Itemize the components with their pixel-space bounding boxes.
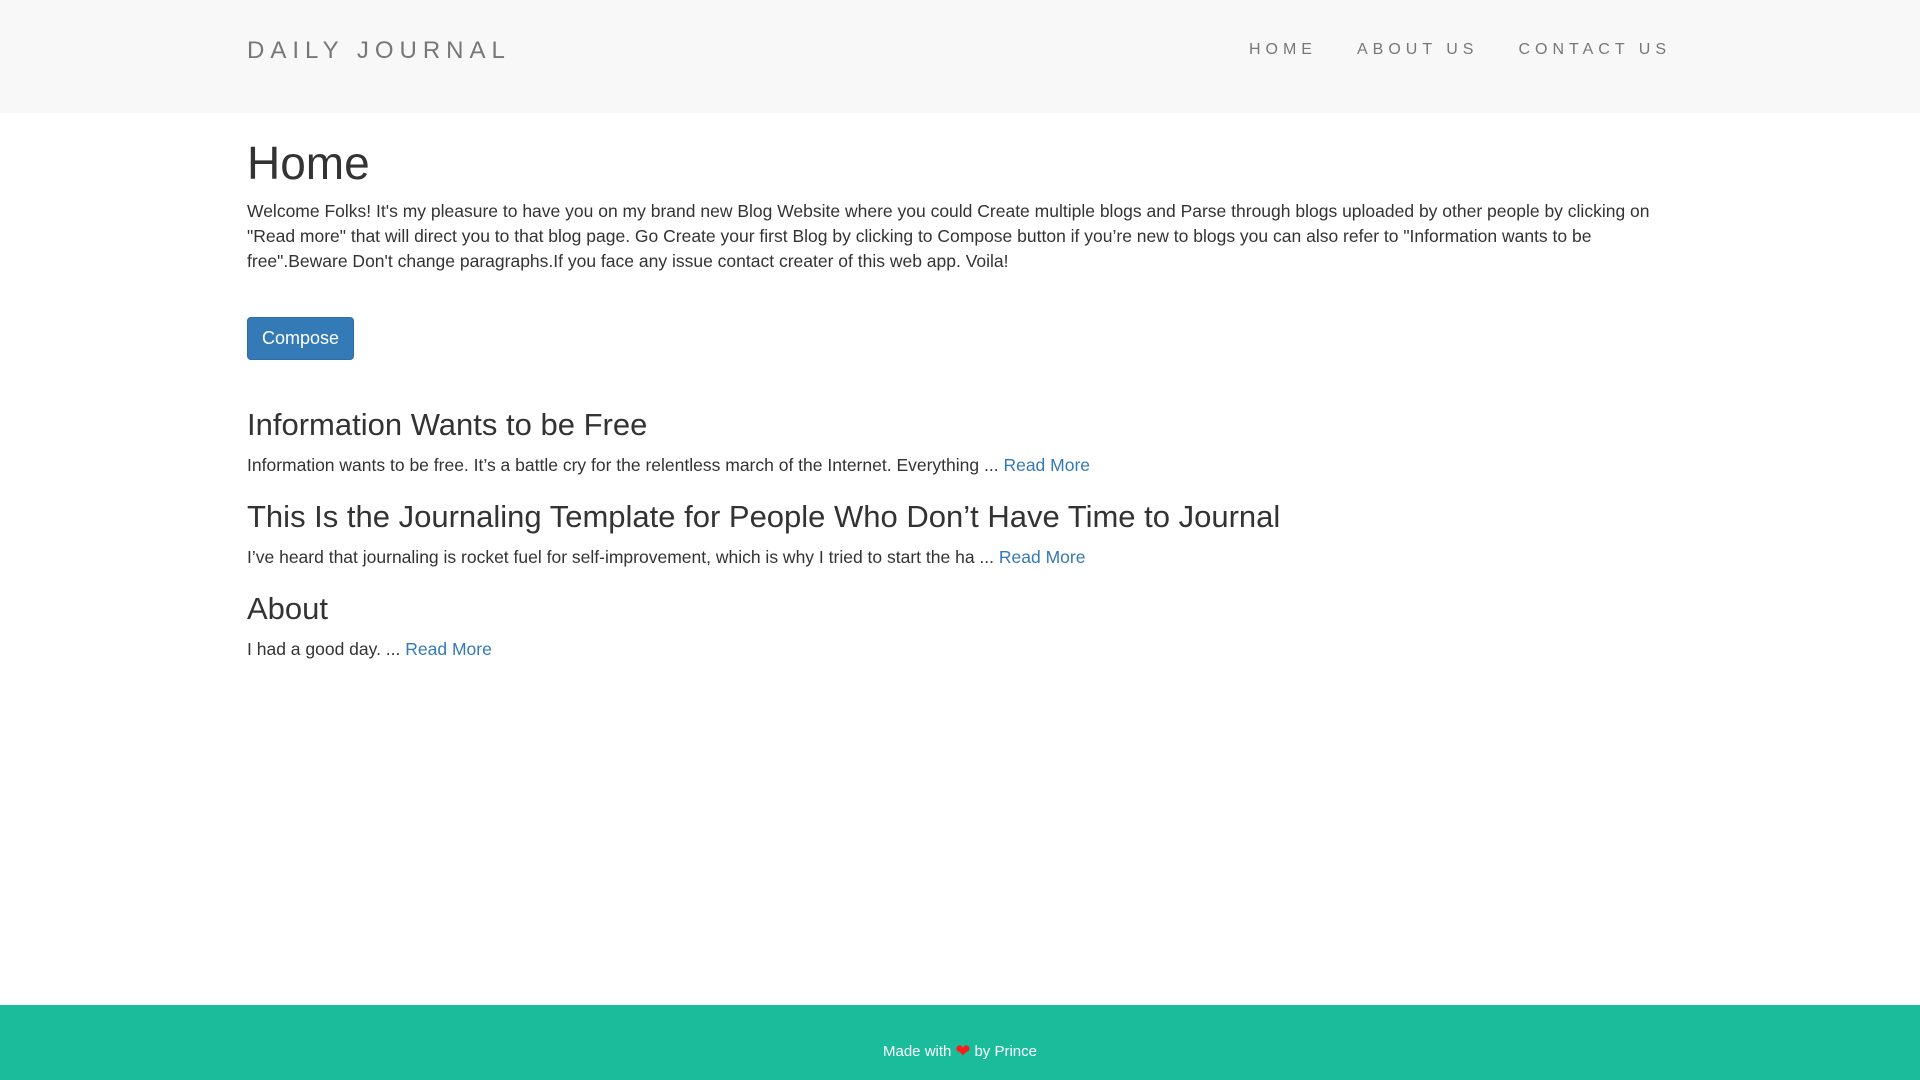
nav-link-contact-us[interactable]: CONTACT US: [1518, 40, 1671, 60]
post-excerpt-line: I’ve heard that journaling is rocket fue…: [247, 545, 1667, 570]
footer: Made with ❤ by Prince: [0, 1005, 1920, 1080]
intro-paragraph: Welcome Folks! It's my pleasure to have …: [247, 201, 1650, 271]
post-excerpt: Information wants to be free. It’s a bat…: [247, 455, 999, 475]
nav-link-about-us[interactable]: ABOUT US: [1357, 40, 1479, 60]
read-more-link[interactable]: Read More: [1003, 455, 1090, 475]
footer-made-with: Made with: [883, 1043, 952, 1060]
navbar: DAILY JOURNAL HOME ABOUT US CONTACT US: [0, 0, 1920, 113]
post-excerpt: I’ve heard that journaling is rocket fue…: [247, 547, 994, 567]
read-more-link[interactable]: Read More: [999, 547, 1086, 567]
brand-logo[interactable]: DAILY JOURNAL: [247, 36, 511, 66]
nav-link-home[interactable]: HOME: [1249, 40, 1317, 60]
post-item: This Is the Journaling Template for Peop…: [247, 498, 1667, 570]
footer-author: by Prince: [974, 1043, 1037, 1060]
post-title: Information Wants to be Free: [247, 407, 648, 442]
nav-links: HOME ABOUT US CONTACT US: [1249, 40, 1671, 60]
post-item: Information Wants to be Free Information…: [247, 406, 1667, 478]
post-item: About I had a good day. ... Read More: [247, 590, 1667, 662]
read-more-link[interactable]: Read More: [405, 639, 492, 659]
heart-icon: ❤: [955, 1041, 971, 1061]
compose-button[interactable]: Compose: [247, 317, 354, 360]
post-title: About: [247, 591, 329, 626]
post-excerpt-line: Information wants to be free. It’s a bat…: [247, 453, 1667, 478]
page-title: Home: [247, 137, 370, 189]
post-excerpt: I had a good day. ...: [247, 639, 401, 659]
post-list: Information Wants to be Free Information…: [247, 406, 1667, 662]
post-title: This Is the Journaling Template for Peop…: [247, 499, 1281, 534]
post-excerpt-line: I had a good day. ... Read More: [247, 637, 1667, 662]
main-content: Home Welcome Folks! It's my pleasure to …: [247, 113, 1667, 682]
